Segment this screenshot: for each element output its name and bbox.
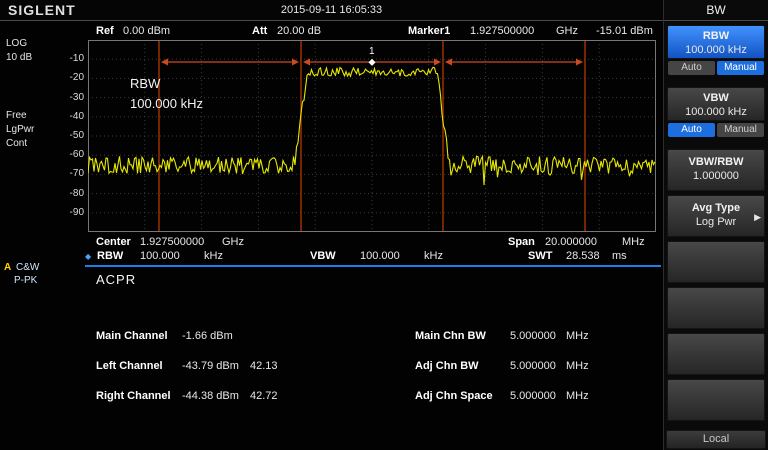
swt-label: SWT [528, 250, 552, 262]
vbw-label: VBW [310, 250, 336, 262]
acpr-bw-value: 5.000000 [510, 390, 556, 402]
acpr-channel-label: Left Channel [96, 360, 163, 372]
trace-detector-indicator: P-PK [14, 275, 37, 286]
marker-frequency: 1.927500000 [470, 25, 534, 37]
acpr-bw-unit: MHz [566, 360, 589, 372]
span-label: Span [508, 236, 535, 248]
ref-label: Ref [96, 25, 114, 37]
acpr-bw-label: Adj Chn Space [415, 390, 493, 402]
vbw-value: 100.000 [360, 250, 400, 262]
softkey-blank-2[interactable] [667, 287, 765, 329]
softkey-rbw[interactable]: RBW 100.000 kHz [667, 25, 765, 59]
rbw-label: RBW [97, 250, 123, 262]
y-tick: -40 [56, 111, 84, 122]
rbw-auto-manual-toggle: Auto Manual [667, 61, 765, 75]
rbw-value: 100.000 [140, 250, 180, 262]
spectrum-graph: 1 [88, 40, 656, 232]
acpr-channel-value: -44.38 dBm [182, 390, 239, 402]
softkey-blank-1[interactable] [667, 241, 765, 283]
softkey-blank-3[interactable] [667, 333, 765, 375]
section-divider [85, 265, 661, 267]
att-label: Att [252, 25, 267, 37]
softkey-value: 100.000 kHz [668, 42, 764, 56]
marker-label: Marker1 [408, 25, 450, 37]
rbw-overlay-label: RBW [130, 76, 160, 91]
softkey-menu: BW RBW 100.000 kHz Auto Manual VBW 100.0… [663, 0, 768, 450]
acpr-channel-value: -43.79 dBm [182, 360, 239, 372]
y-tick: -20 [56, 72, 84, 83]
att-value: 20.00 dB [277, 25, 321, 37]
acpr-bw-label: Adj Chn BW [415, 360, 479, 372]
vbw-auto-option[interactable]: Auto [668, 123, 715, 137]
y-tick: -60 [56, 149, 84, 160]
datetime-display: 2015-09-11 16:05:33 [0, 4, 663, 16]
vbw-auto-manual-toggle: Auto Manual [667, 123, 765, 137]
y-tick: -70 [56, 168, 84, 179]
acpr-row-right: Right Channel -44.38 dBm 42.72 Adj Chn S… [0, 390, 663, 404]
acpr-bw-value: 5.000000 [510, 360, 556, 372]
center-frequency-value: 1.927500000 [140, 236, 204, 248]
acpr-row-main: Main Channel -1.66 dBm Main Chn BW 5.000… [0, 330, 663, 344]
scale-per-div-label: 10 dB [6, 52, 32, 63]
trace-a-indicator: A [4, 262, 11, 273]
center-frequency-label: Center [96, 236, 131, 248]
softkey-label: RBW [668, 26, 764, 42]
spectrum-analyzer-screen: SIGLENT 2015-09-11 16:05:33 LOG 10 dB Fr… [0, 0, 768, 450]
softkey-label: Avg Type [668, 196, 764, 214]
vbw-unit: kHz [424, 250, 443, 262]
marker-level: -15.01 dBm [596, 25, 653, 37]
rbw-auto-option[interactable]: Auto [668, 61, 715, 75]
softkey-label: VBW/RBW [668, 150, 764, 168]
acpr-section-title: ACPR [96, 272, 136, 287]
y-tick: -80 [56, 188, 84, 199]
span-unit: MHz [622, 236, 645, 248]
ref-value: 0.00 dBm [123, 25, 170, 37]
acpr-bw-label: Main Chn BW [415, 330, 486, 342]
softkey-label: VBW [668, 88, 764, 104]
rbw-diamond-icon: ◆ [85, 252, 91, 261]
softkey-value: Log Pwr [668, 214, 764, 228]
span-value: 20.000000 [545, 236, 597, 248]
trigger-free-label: Free [6, 110, 27, 121]
softkey-avg-type[interactable]: Avg Type Log Pwr ▶ [667, 195, 765, 237]
acpr-channel-label: Right Channel [96, 390, 171, 402]
rbw-unit: kHz [204, 250, 223, 262]
acpr-channel-value: -1.66 dBm [182, 330, 233, 342]
acpr-row-left: Left Channel -43.79 dBm 42.13 Adj Chn BW… [0, 360, 663, 374]
svg-text:1: 1 [369, 46, 375, 57]
lgpwr-label: LgPwr [6, 124, 34, 135]
top-bar: SIGLENT 2015-09-11 16:05:33 [0, 0, 768, 21]
trace-mode-indicator: C&W [16, 262, 39, 273]
swt-value: 28.538 [566, 250, 600, 262]
acpr-channel-ratio: 42.13 [250, 360, 278, 372]
vbw-manual-option[interactable]: Manual [717, 123, 764, 137]
softkey-value: 1.000000 [668, 168, 764, 182]
swt-unit: ms [612, 250, 627, 262]
acpr-channel-label: Main Channel [96, 330, 168, 342]
softkey-vbw-rbw-ratio[interactable]: VBW/RBW 1.000000 [667, 149, 765, 191]
y-tick: -10 [56, 53, 84, 64]
rbw-overlay-value: 100.000 kHz [130, 96, 203, 111]
acpr-bw-unit: MHz [566, 390, 589, 402]
softkey-value: 100.000 kHz [668, 104, 764, 118]
marker-frequency-unit: GHz [556, 25, 578, 37]
acpr-bw-value: 5.000000 [510, 330, 556, 342]
y-tick: -90 [56, 207, 84, 218]
local-button[interactable]: Local [666, 430, 766, 449]
amplitude-scale-label: LOG [6, 38, 27, 49]
rbw-manual-option[interactable]: Manual [717, 61, 764, 75]
acpr-channel-ratio: 42.72 [250, 390, 278, 402]
acpr-bw-unit: MHz [566, 330, 589, 342]
center-frequency-unit: GHz [222, 236, 244, 248]
cont-label: Cont [6, 138, 27, 149]
menu-title: BW [664, 0, 768, 21]
y-tick: -30 [56, 92, 84, 103]
submenu-arrow-icon: ▶ [754, 212, 761, 223]
softkey-vbw[interactable]: VBW 100.000 kHz [667, 87, 765, 121]
softkey-blank-4[interactable] [667, 379, 765, 421]
y-tick: -50 [56, 130, 84, 141]
